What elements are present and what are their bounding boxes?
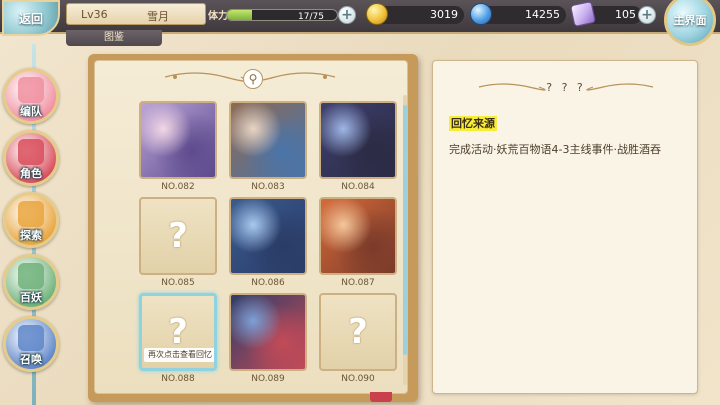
memory-artwork bbox=[321, 199, 395, 273]
gem-value: 14255 bbox=[525, 8, 560, 21]
locked-question-icon: ? bbox=[168, 312, 188, 352]
gallery-card-number: NO.083 bbox=[251, 182, 285, 192]
gallery-card[interactable]: ? bbox=[139, 197, 217, 275]
memory-source-heading: 回忆来源 bbox=[449, 116, 497, 131]
nav-item-4[interactable]: 百妖 bbox=[3, 254, 59, 310]
player-name: 雪月 bbox=[147, 10, 169, 23]
gallery-tab-label: 图鉴 bbox=[66, 30, 162, 46]
gallery-book: ⚲ NO.082 NO.083 NO.084? NO.085 NO.086 NO.087?… bbox=[88, 54, 418, 402]
gallery-card[interactable] bbox=[229, 197, 307, 275]
memory-artwork bbox=[321, 103, 395, 177]
gallery-card[interactable]: ? bbox=[319, 293, 397, 371]
gallery-card-number: NO.090 bbox=[341, 374, 375, 384]
character-icon bbox=[18, 139, 44, 165]
gallery-page: ⚲ NO.082 NO.083 NO.084? NO.085 NO.086 NO.087?… bbox=[94, 60, 408, 394]
add-ticket-button[interactable]: + bbox=[638, 6, 656, 24]
monster-icon bbox=[18, 263, 44, 289]
locked-question-icon: ? bbox=[168, 216, 188, 256]
key-icon: ⚲ bbox=[243, 69, 263, 89]
view-memory-tooltip: 再次点击查看回忆 bbox=[144, 348, 214, 362]
memory-source-text: 完成活动·妖荒百物语4-3主线事件·战胜酒吞 bbox=[449, 143, 661, 156]
player-plate: Lv36 雪月 bbox=[66, 3, 206, 25]
bookmark-ribbon bbox=[370, 392, 392, 402]
gallery-card-number: NO.087 bbox=[341, 278, 375, 288]
gem-icon bbox=[470, 3, 492, 25]
ticket-counter: 105 bbox=[569, 0, 642, 28]
memory-artwork bbox=[231, 295, 305, 369]
memory-artwork bbox=[231, 199, 305, 273]
memory-artwork bbox=[231, 103, 305, 177]
main-screen-button[interactable]: 主界面 bbox=[664, 0, 716, 46]
nav-item-label: 探索 bbox=[20, 229, 42, 242]
gallery-scrollbar[interactable] bbox=[403, 95, 407, 385]
memory-artwork bbox=[141, 103, 215, 177]
stamina-bar-fill bbox=[227, 10, 253, 20]
nav-item-label: 百妖 bbox=[20, 291, 42, 304]
side-navigation: 编队角色探索百妖召唤 bbox=[0, 44, 66, 405]
gallery-card[interactable] bbox=[139, 101, 217, 179]
memory-detail-panel: ? ? ? 回忆来源 完成活动·妖荒百物语4-3主线事件·战胜酒吞 bbox=[432, 60, 698, 394]
back-button[interactable]: 返回 bbox=[2, 0, 60, 36]
memory-title: ? ? ? bbox=[546, 81, 586, 94]
gallery-card-number: NO.086 bbox=[251, 278, 285, 288]
gallery-card-number: NO.085 bbox=[161, 278, 195, 288]
gallery-card[interactable]: ? 再次点击查看回忆 bbox=[139, 293, 217, 371]
gallery-card-number: NO.089 bbox=[251, 374, 285, 384]
ticket-value: 105 bbox=[615, 8, 636, 21]
gallery-scroll-thumb[interactable] bbox=[403, 105, 407, 355]
summon-icon bbox=[18, 325, 44, 351]
team-icon bbox=[18, 77, 44, 103]
add-stamina-button[interactable]: + bbox=[338, 6, 356, 24]
nav-item-2[interactable]: 角色 bbox=[3, 130, 59, 186]
player-level: Lv36 bbox=[81, 8, 108, 21]
gallery-grid: NO.082 NO.083 NO.084? NO.085 NO.086 NO.087? 再次… bbox=[139, 101, 399, 391]
stamina-value: 17/75 bbox=[298, 12, 324, 22]
nav-item-1[interactable]: 编队 bbox=[3, 68, 59, 124]
explore-icon bbox=[18, 201, 44, 227]
gallery-card[interactable] bbox=[229, 293, 307, 371]
nav-item-label: 编队 bbox=[20, 105, 42, 118]
top-bar: 返回 Lv36 雪月 体力 17/75 + 3019 14255 105 + 主… bbox=[0, 0, 720, 46]
locked-question-icon: ? bbox=[348, 312, 368, 352]
nav-item-label: 角色 bbox=[20, 167, 42, 180]
coin-icon bbox=[366, 3, 388, 25]
ticket-icon bbox=[569, 0, 597, 28]
gallery-card-number: NO.088 bbox=[161, 374, 195, 384]
gem-counter: 14255 bbox=[470, 3, 566, 25]
coin-counter: 3019 bbox=[366, 3, 464, 25]
gallery-card[interactable] bbox=[319, 101, 397, 179]
gallery-card[interactable] bbox=[319, 197, 397, 275]
nav-item-5[interactable]: 召唤 bbox=[3, 316, 59, 372]
stamina-label: 体力 bbox=[208, 11, 228, 22]
nav-item-label: 召唤 bbox=[20, 353, 42, 366]
coin-value: 3019 bbox=[430, 8, 458, 21]
gallery-card-number: NO.084 bbox=[341, 182, 375, 192]
gallery-card-number: NO.082 bbox=[161, 182, 195, 192]
nav-item-3[interactable]: 探索 bbox=[3, 192, 59, 248]
gallery-card[interactable] bbox=[229, 101, 307, 179]
